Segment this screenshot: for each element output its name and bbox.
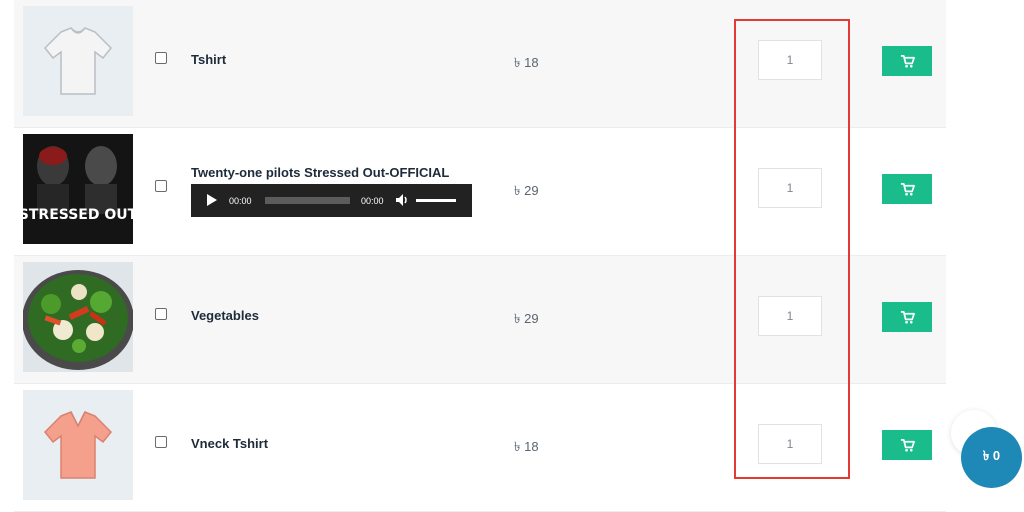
cart-icon xyxy=(900,310,915,323)
table-row: STRESSED OUT Twenty-one pilots Stressed … xyxy=(14,128,946,256)
floating-cart-total: ৳ 0 xyxy=(982,448,1001,463)
quantity-input[interactable] xyxy=(758,424,822,464)
product-price: ৳ 29 xyxy=(514,183,539,198)
quantity-input[interactable] xyxy=(758,296,822,336)
cart-icon xyxy=(900,438,915,451)
product-name: Vegetables xyxy=(191,308,259,323)
add-to-cart-button[interactable] xyxy=(882,302,932,332)
select-checkbox[interactable] xyxy=(155,436,167,448)
product-table: Tshirt ৳ 18 STRESSED OUT Twenty-one pilo… xyxy=(14,0,946,512)
album-text: STRESSED OUT xyxy=(23,207,133,223)
cart-icon xyxy=(900,54,915,67)
audio-player: 00:00 00:00 xyxy=(191,184,472,217)
quantity-input[interactable] xyxy=(758,168,822,208)
pink-vneck-tshirt-image xyxy=(23,390,133,500)
quantity-input[interactable] xyxy=(758,40,822,80)
product-name: Vneck Tshirt xyxy=(191,436,269,451)
add-to-cart-button[interactable] xyxy=(882,46,932,76)
floating-cart-button[interactable]: ৳ 0 xyxy=(961,427,1022,488)
audio-progress-bar[interactable] xyxy=(265,197,350,204)
cart-icon xyxy=(900,182,915,195)
audio-current-time: 00:00 xyxy=(229,196,252,206)
select-checkbox[interactable] xyxy=(155,308,167,320)
product-name: Tshirt xyxy=(191,52,227,67)
play-icon[interactable] xyxy=(207,194,217,206)
product-image-stressed-out[interactable]: STRESSED OUT xyxy=(23,134,133,244)
audio-duration: 00:00 xyxy=(361,196,384,206)
volume-icon[interactable] xyxy=(394,192,410,208)
product-image-vegetables[interactable] xyxy=(23,262,133,372)
add-to-cart-button[interactable] xyxy=(882,174,932,204)
white-tshirt-image xyxy=(23,6,133,116)
product-image-tshirt[interactable] xyxy=(23,6,133,116)
product-price: ৳ 29 xyxy=(514,311,539,326)
volume-slider[interactable] xyxy=(416,199,456,202)
product-price: ৳ 18 xyxy=(514,439,539,454)
select-checkbox[interactable] xyxy=(155,52,167,64)
vegetable-bowl-image xyxy=(23,262,133,372)
stressed-out-album-image: STRESSED OUT xyxy=(23,134,133,244)
table-row: Vneck Tshirt ৳ 18 xyxy=(14,384,946,512)
select-checkbox[interactable] xyxy=(155,180,167,192)
table-row: Vegetables ৳ 29 xyxy=(14,256,946,384)
product-image-vneck-tshirt[interactable] xyxy=(23,390,133,500)
product-name: Twenty-one pilots Stressed Out-OFFICIAL xyxy=(191,165,450,180)
product-price: ৳ 18 xyxy=(514,55,539,70)
table-row: Tshirt ৳ 18 xyxy=(14,0,946,128)
add-to-cart-button[interactable] xyxy=(882,430,932,460)
